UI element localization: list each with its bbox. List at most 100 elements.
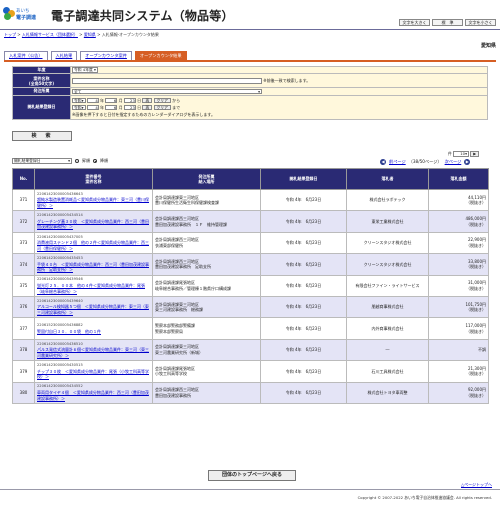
pager: ◀ 前ページ （38/50ページ） 次ページ ▶ — [380, 159, 471, 165]
prev-page-link[interactable]: 前ページ — [389, 159, 406, 165]
breadcrumb-service[interactable]: 入札情報サービス（団体選択） — [22, 32, 78, 37]
tab-open-counter-cases[interactable]: オープンカウンタ案件 — [80, 51, 132, 60]
amount-tax-note: （税抜き） — [466, 307, 486, 313]
case-cell: 22061423000005439640 アルコール検知器５つ個 ＜愛知県成分物品… — [34, 295, 153, 319]
date-from-era-select[interactable]: 令和▾ — [72, 97, 86, 104]
winner-name: ― — [346, 338, 429, 362]
winner-name: 朋越商事株式会社 — [346, 295, 429, 319]
case-name-link[interactable]: 警固付自日３０．００袋 他の１件 — [37, 329, 101, 334]
row-no: 380 — [12, 381, 35, 404]
table-row: 377 22061523000005436882 警固付自日３０．００袋 他の１件警… — [12, 317, 489, 340]
logo-text-bottom: 電子調達 — [16, 15, 37, 21]
case-name-link[interactable]: 蛍光灯２５．００本 他の４件＜愛知県成分物品業件：尾張（岐阜総合事務所）＞ — [37, 283, 145, 294]
case-name-input[interactable] — [72, 78, 262, 84]
result-date: 令和 4年 6月23日 — [260, 188, 347, 212]
page-top-link[interactable]: △ページトップへ — [461, 482, 492, 488]
row-no: 374 — [12, 253, 35, 276]
tab-open-counter-results[interactable]: オープンカウンタ結果 — [134, 51, 187, 60]
table-row: 379 22061423000005430515 チップ３０枚 ＜愛知県成分物品業件… — [12, 360, 489, 383]
col-header-no: No. — [12, 168, 35, 190]
copyright-text: Copyright © 2007-2022 あいち電子自治体推進協議会. All… — [357, 495, 492, 500]
organization-name: 愛知県 — [480, 43, 496, 49]
results-table: No. 案件番号 案件名称 発注所属 納入場所 開札結果登録日 落札者 落札金額… — [12, 168, 489, 404]
case-name-link[interactable]: グレーチング蓋３０枚 ＜愛知県成分物品業件：西三河（豊田加茂建設事務所）＞ — [37, 219, 149, 230]
fiscal-year-label: 年度 — [12, 65, 71, 75]
case-name-link[interactable]: 超純水製造装置消耗品＜愛知県成分物品業件：東三河（豊川保健所）＞ — [37, 197, 149, 208]
date-to-era-select[interactable]: 令和▾ — [72, 104, 86, 111]
result-date-label: 開札結果登録日 — [12, 94, 71, 120]
case-name-link[interactable]: 車両用タイヤ４個 ＜愛知県成分物品業件：西三河（豊田加茂建設事務所）＞ — [37, 390, 149, 401]
date-to-calendar-button[interactable]: 再 — [142, 104, 153, 111]
delivery-place: 豊川保健所生活衛生科保健課検査課 — [155, 200, 219, 206]
tab-bid-cases[interactable]: 入札案件（公告） — [4, 51, 48, 60]
amount-cell: 21,300円 （税抜き） — [428, 360, 489, 383]
tab-bid-results[interactable]: 入札結果 — [50, 51, 78, 60]
result-date: 令和 4年 6月23日 — [260, 317, 347, 340]
department-select[interactable]: 全て ▾ — [72, 88, 262, 95]
fiscal-year-select[interactable]: 令和 4年度 ▾ — [72, 67, 98, 73]
site-logo[interactable]: あいち 電子調達 — [3, 5, 47, 27]
amount-tax-note: （税抜き） — [466, 328, 486, 334]
case-name-link[interactable]: パルス発信式流量計６個＜愛知県成分物品業件：東三河（東三河農業研究所）＞ — [37, 347, 149, 358]
department-cell: 会計局調達課東三河地区 東三河建設事務所 総務課 — [152, 295, 261, 319]
amount-value: 不調 — [478, 347, 486, 353]
next-page-link[interactable]: 次ページ — [445, 159, 462, 165]
date-from-calendar-button[interactable]: 再 — [142, 97, 153, 104]
date-from-row: 令和▾ 4 年 6 月 23 日 再 クリア から — [72, 97, 181, 104]
page-size-apply-button[interactable]: ▶ — [470, 151, 480, 157]
delivery-place: 小牧工科高等学校 — [155, 371, 187, 377]
amount-cell: 不調 — [428, 338, 489, 362]
page-size-select[interactable]: 10▾ — [453, 151, 470, 157]
case-name-link[interactable]: 消費液用ステンド２個 他の２件＜愛知県成分物品業件：西三河（豊田保健所）＞ — [37, 240, 149, 251]
prev-arrow-icon[interactable]: ◀ — [380, 159, 386, 165]
delivery-place: 岐阜総合事務所／管理棟１階県庁口構成課 — [155, 285, 231, 291]
result-date: 令和 4年 6月23日 — [260, 274, 347, 297]
date-from-month-input[interactable]: 6 — [105, 97, 118, 104]
case-cell: 22061423000005436510 パルス発信式流量計６個＜愛知県成分物品業… — [34, 338, 153, 362]
table-row: 378 22061423000005436510 パルス発信式流量計６個＜愛知県成分… — [12, 338, 489, 362]
date-to-month-input[interactable]: 6 — [105, 104, 118, 111]
delivery-place: 豊田加茂建設事務所 足助支所 — [155, 264, 211, 270]
sort-asc-radio[interactable] — [75, 159, 79, 163]
logo-mark-icon — [3, 7, 15, 21]
date-from-day-input[interactable]: 23 — [123, 97, 136, 104]
sort-desc-radio[interactable] — [93, 159, 97, 163]
case-name-link[interactable]: チップ３０枚 ＜愛知県成分物品業件：尾張（小牧工科高等学校）＞ — [37, 369, 149, 380]
font-standard-button[interactable]: 標 準 — [432, 19, 463, 26]
result-date: 令和 4年 6月23日 — [260, 231, 347, 255]
date-to-year-input[interactable]: 4 — [86, 104, 99, 111]
delivery-place: 警察本部警察局 — [155, 328, 183, 334]
amount-cell: 33,800円 （税抜き） — [428, 253, 489, 276]
col-header-department: 発注所属 納入場所 — [152, 168, 261, 190]
amount-tax-note: （税抜き） — [466, 285, 486, 291]
back-to-org-top-button[interactable]: 団体のトップページへ戻る — [208, 470, 296, 481]
case-name-link[interactable]: アルコール検知器５つ個 ＜愛知県成分物品業件：東三河（東三河建設事務所）＞ — [37, 304, 149, 315]
breadcrumb: トップ > 入札情報サービス（団体選択） > 愛知県 > 入札情報-オープンカウ… — [4, 32, 159, 37]
page-size-control: 件 10▾ ▶ — [448, 151, 480, 157]
date-from-clear-button[interactable]: クリア — [153, 97, 171, 104]
department-cell: 会計局調達課西三河地区 豊田加茂建設事務所 足助支所 — [152, 253, 261, 276]
sort-bar: 開札結果登録日 ▾ 昇順 降順 — [12, 158, 108, 164]
row-no: 376 — [12, 295, 35, 319]
breadcrumb-org[interactable]: 愛知県 — [84, 32, 96, 37]
sort-key-select[interactable]: 開札結果登録日 ▾ — [12, 158, 72, 164]
amount-cell: 101,750円 （税抜き） — [428, 295, 489, 319]
delivery-place: 東三河建設事務所 総務課 — [155, 307, 203, 313]
font-large-button[interactable]: 文字を大きく — [399, 19, 430, 26]
font-small-button[interactable]: 文字を小さく — [465, 19, 496, 26]
case-cell: 22061423000005436643 超純水製造装置消耗品＜愛知県成分物品業件… — [34, 188, 153, 212]
breadcrumb-top[interactable]: トップ — [4, 32, 16, 37]
case-cell: 22061523000005436882 警固付自日３０．００袋 他の１件 — [34, 317, 153, 340]
case-cell: 22061423000005437005 消費液用ステンド２個 他の２件＜愛知県成… — [34, 231, 153, 255]
date-to-clear-button[interactable]: クリア — [153, 104, 171, 111]
case-name-link[interactable]: 手袋４０台 ＜愛知県成分物品業件：西三河（豊田加茂建設事務所 足助支所）＞ — [37, 262, 149, 273]
search-button[interactable]: 検 索 — [12, 131, 72, 141]
date-to-day-input[interactable]: 23 — [123, 104, 136, 111]
row-no: 375 — [12, 274, 35, 297]
table-row: 371 22061423000005436643 超純水製造装置消耗品＜愛知県成分物… — [12, 188, 489, 212]
winner-name: クリーンスタジオ株式会社 — [346, 253, 429, 276]
delivery-place: 豊田加茂建設事務所 — [155, 392, 191, 398]
next-arrow-icon[interactable]: ▶ — [464, 159, 471, 165]
case-name-note: ※前後一致で検索します。 — [263, 77, 311, 83]
date-from-year-input[interactable]: 4 — [86, 97, 99, 104]
